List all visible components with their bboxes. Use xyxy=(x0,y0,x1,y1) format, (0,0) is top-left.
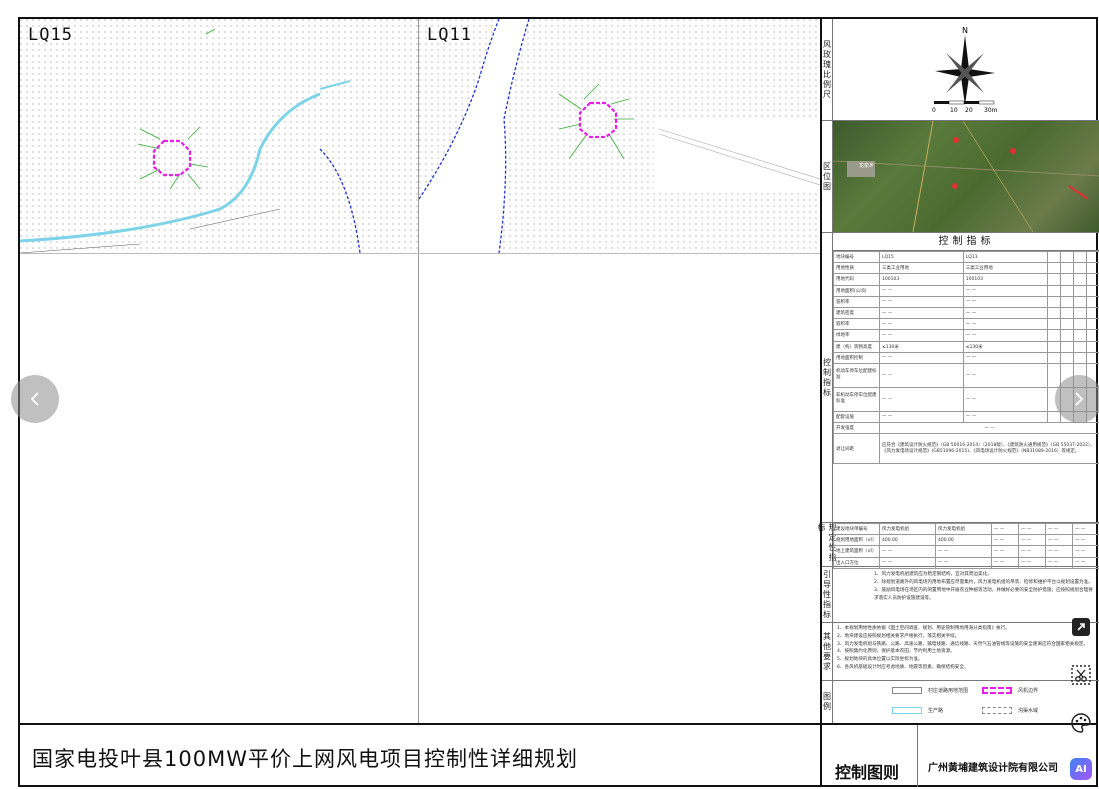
panel-label-lq11: LQ11 xyxy=(427,25,472,45)
map-panel-lq15: LQ15 xyxy=(20,19,418,253)
ai-assistant-button[interactable]: AI xyxy=(1070,758,1092,780)
legend-turbine-boundary: 风机边界 xyxy=(982,687,1038,694)
document-subtitle: 控制图则 xyxy=(835,763,900,782)
chevron-right-icon xyxy=(1075,392,1084,406)
legend-water: 沟渠水域 xyxy=(982,707,1038,714)
legend-production-road: 生产路 xyxy=(892,707,943,714)
north-label: N xyxy=(962,26,968,35)
location-row: 区位图 龙泉乡 xyxy=(822,121,1099,233)
control-row-2: 规定性指标 建设地块单编号 风力发电机组 风力发电机组 — — — — — — — — 规划… xyxy=(817,522,1099,569)
info-column: 风玫瑰比例尺 N 0 10 20 30m 区位图 龙泉乡 控制指标 控制指标 地… xyxy=(817,19,1099,723)
svg-text:30m: 30m xyxy=(984,107,998,114)
guide-row: 引导性指标 1、风力发电机组建筑应为稳定钢结构，宜对其周边美化。 2、除规划道路… xyxy=(822,567,1099,623)
control-table-2: 建设地块单编号 风力发电机组 风力发电机组 — — — — — — — — 规划用地面积（㎡… xyxy=(833,522,1099,569)
expand-icon xyxy=(1072,618,1090,636)
expand-button[interactable] xyxy=(1068,614,1094,640)
svg-text:10: 10 xyxy=(950,107,958,114)
control-row: 控制指标 控制指标 地块编号 LQ15 LQ11 用地性质 三类工业用地 三类工业用地 … xyxy=(822,233,1099,523)
lq15-map xyxy=(20,19,418,253)
control-table: 地块编号 LQ15 LQ11 用地性质 三类工业用地 三类工业用地 用地代码 100103… xyxy=(833,250,1099,465)
guide-text: 1、风力发电机组建筑应为稳定钢结构，宜对其周边美化。 2、除规划道路外的风电场内… xyxy=(874,572,1093,601)
panel-divider-vertical xyxy=(418,19,419,723)
legend-row: 图例 村庄道路用地范围 风机边界 生产路 沟渠水域 xyxy=(822,681,1099,723)
map-panel-lq11: LQ11 xyxy=(419,19,820,253)
previous-page-button[interactable] xyxy=(11,375,59,423)
other-row: 其他要求 1、本规划用地性质依据《国土空间调查、规划、用途管制用地用海分类指南》… xyxy=(822,623,1099,681)
title-bar: 国家电投叶县100MW平价上网风电项目控制性详细规划 控制图则 广州黄埔建筑设计… xyxy=(20,723,1098,787)
scissors-icon xyxy=(1071,665,1091,685)
svg-text:0: 0 xyxy=(932,107,936,114)
town-label: 龙泉乡 xyxy=(859,162,874,169)
control-table-title: 控制指标 xyxy=(833,233,1099,251)
location-satellite-image: 龙泉乡 xyxy=(833,121,1099,232)
chevron-left-icon xyxy=(30,392,39,406)
panel-label-lq15: LQ15 xyxy=(28,25,73,45)
palette-button[interactable] xyxy=(1068,710,1094,736)
organization-name: 广州黄埔建筑设计院有限公司 xyxy=(928,763,1058,774)
document-title: 国家电投叶县100MW平价上网风电项目控制性详细规划 xyxy=(32,747,578,771)
svg-text:20: 20 xyxy=(965,107,973,114)
legend-village-road: 村庄道路用地范围 xyxy=(892,687,968,694)
compass-row: 风玫瑰比例尺 N 0 10 20 30m xyxy=(822,19,1099,121)
crop-button[interactable] xyxy=(1068,662,1094,688)
compass-scale: N 0 10 20 30m xyxy=(932,26,998,114)
panel-divider-horizontal xyxy=(20,253,820,254)
next-page-button[interactable] xyxy=(1055,375,1099,423)
other-text: 1、本规划用地性质依据《国土空间调查、规划、用途管制用地用海分类指南》执行。 2… xyxy=(837,626,1088,670)
lq11-map xyxy=(419,19,820,253)
drawing-sheet: LQ15 LQ11 风玫瑰比例尺 N 0 10 20 30m 区位图 龙泉乡 控… xyxy=(18,17,1099,787)
palette-icon xyxy=(1071,713,1091,733)
